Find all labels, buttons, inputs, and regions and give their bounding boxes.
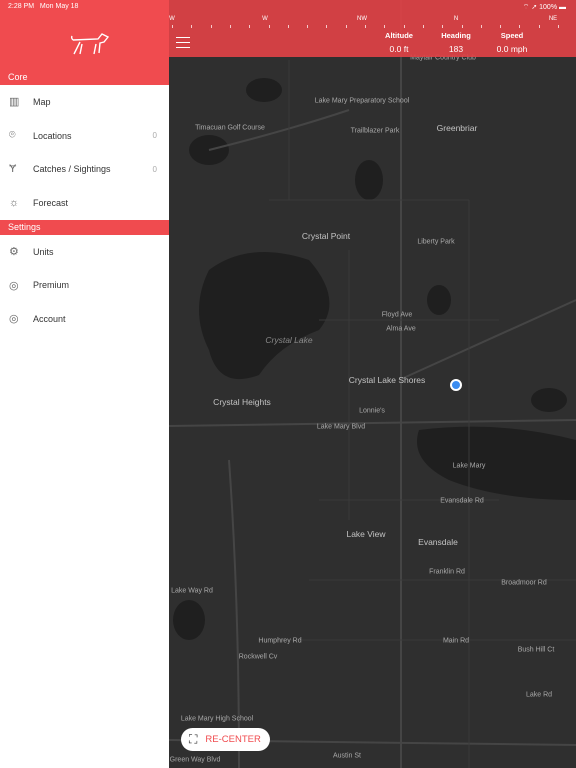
sun-icon: ☼ — [9, 196, 20, 209]
map-label: Crystal Heights — [213, 397, 271, 407]
menu-item-label: Premium — [33, 280, 70, 291]
compass-tick — [422, 25, 424, 28]
recenter-label: RE-CENTER — [205, 734, 261, 745]
compass-tick — [558, 25, 559, 28]
compass-tick — [287, 25, 289, 28]
menu-item-label: Locations — [33, 130, 72, 141]
menu-item-map[interactable]: ▥ Map — [0, 85, 169, 119]
map-label: Lake Rd — [525, 691, 553, 699]
map-label: Greenbriar — [436, 123, 478, 133]
top-bar: ⌔ ➚ 100% ▬ W W NW N NE Altitude 0.0 ft Heading… — [169, 0, 576, 57]
map-label: Lake Way Rd — [171, 587, 213, 595]
map-label: Lake Mary — [452, 462, 486, 470]
compass-strip: W W NW N NE — [169, 14, 576, 30]
map-icon: ▥ — [9, 96, 20, 109]
map-label: Broadmoor Rd — [501, 579, 547, 587]
recenter-button[interactable]: ⛶ RE-CENTER — [181, 728, 270, 751]
map-label: Humphrey Rd — [258, 637, 302, 645]
section-settings: Settings — [0, 219, 169, 235]
menu-item-forecast[interactable]: ☼ Forecast — [0, 186, 169, 220]
dog-logo-icon — [70, 33, 110, 55]
compass-tick — [500, 25, 502, 28]
compass-tick — [442, 25, 444, 28]
map-label: Crystal Lake Shores — [348, 375, 426, 385]
menu-item-units[interactable]: ⚙ Units — [0, 235, 169, 269]
item-count: 0 — [152, 131, 157, 141]
current-location-dot — [450, 379, 462, 391]
map-label: Liberty Park — [417, 238, 455, 246]
compass-direction: W — [169, 16, 175, 22]
map-label: Evansdale Rd — [440, 497, 484, 505]
map-label: Lake Mary High School — [180, 715, 254, 723]
hamburger-menu-button[interactable] — [176, 37, 190, 48]
map-label: Main Rd — [442, 637, 470, 645]
compass-tick — [307, 25, 309, 28]
compass-tick — [384, 25, 386, 28]
map-label: Floyd Ave — [381, 311, 413, 319]
status-time: 2:28 PM Mon May 18 — [8, 3, 79, 10]
map-label: Austin St — [332, 752, 362, 760]
map-label: Lake Mary Preparatory School — [314, 97, 410, 105]
stat-value: 0.0 mph — [496, 44, 528, 54]
location-pin-icon: ⌾ — [9, 129, 16, 142]
compass-tick — [365, 25, 366, 28]
compass-tick — [191, 25, 193, 28]
compass-tick — [268, 25, 270, 28]
compass-tick — [480, 25, 482, 28]
compass-tick — [345, 25, 347, 28]
menu-item-premium[interactable]: ◎ Premium — [0, 268, 169, 302]
map-label: Lake Mary Blvd — [316, 423, 366, 431]
battery-status: ⌔ ➚ 100% ▬ — [522, 4, 566, 11]
compass-tick — [326, 25, 328, 28]
map-label: Franklin Rd — [429, 568, 465, 576]
map-label: Green Way Blvd — [169, 756, 221, 764]
map-label: Trailblazer Park — [350, 127, 400, 135]
target-icon: ◎ — [9, 313, 19, 326]
menu-item-label: Catches / Sightings — [33, 164, 111, 175]
map-label: Lonnie's — [359, 407, 385, 415]
menu-item-label: Map — [33, 96, 51, 107]
compass-tick — [249, 25, 251, 28]
antlers-icon: Ɏ — [9, 163, 17, 176]
map-view[interactable]: Maytair Country Club Lake Mary Preparator… — [169, 0, 576, 768]
lake-mary — [417, 426, 576, 500]
side-drawer: 2:28 PM Mon May 18 Core ▥ Map ⌾ Locations 0 Ɏ… — [0, 0, 169, 768]
menu-item-catches-sightings[interactable]: Ɏ Catches / Sightings 0 — [0, 152, 169, 186]
crystal-lake — [199, 252, 330, 380]
map-label: Crystal Lake — [265, 335, 313, 345]
map-label: Timacuan Golf Course — [195, 124, 265, 132]
compass-direction: N — [453, 16, 459, 22]
map-label: Rockwell Cv — [238, 653, 278, 661]
compass-direction: NE — [548, 16, 558, 22]
map-label: Bush Hill Ct — [517, 646, 555, 654]
compass-tick — [461, 25, 463, 28]
compass-direction: W — [262, 16, 268, 22]
item-count: 0 — [152, 164, 157, 174]
compass-tick — [538, 25, 540, 28]
menu-item-locations[interactable]: ⌾ Locations 0 — [0, 119, 169, 153]
target-icon: ◎ — [9, 279, 19, 292]
map-label: Lake View — [346, 529, 386, 539]
compass-direction: NW — [357, 16, 367, 22]
menu-item-label: Units — [33, 246, 54, 257]
compass-tick — [229, 25, 231, 28]
compass-tick — [210, 25, 212, 28]
section-core: Core — [0, 70, 169, 85]
menu-item-label: Forecast — [33, 197, 69, 208]
map-label: Evansdale — [418, 537, 458, 547]
menu-item-label: Account — [33, 313, 66, 324]
compass-tick — [519, 25, 521, 28]
menu-item-account[interactable]: ◎ Account — [0, 302, 169, 336]
map-label: Alma Ave — [386, 325, 416, 333]
recenter-icon: ⛶ — [189, 732, 198, 746]
stat-label: Speed — [500, 31, 524, 40]
stat-speed: Speed 0.0 mph — [477, 31, 547, 54]
map-label: Crystal Point — [301, 231, 351, 241]
compass-tick — [403, 25, 405, 28]
compass-tick — [172, 25, 173, 28]
gear-icon: ⚙ — [9, 246, 19, 259]
